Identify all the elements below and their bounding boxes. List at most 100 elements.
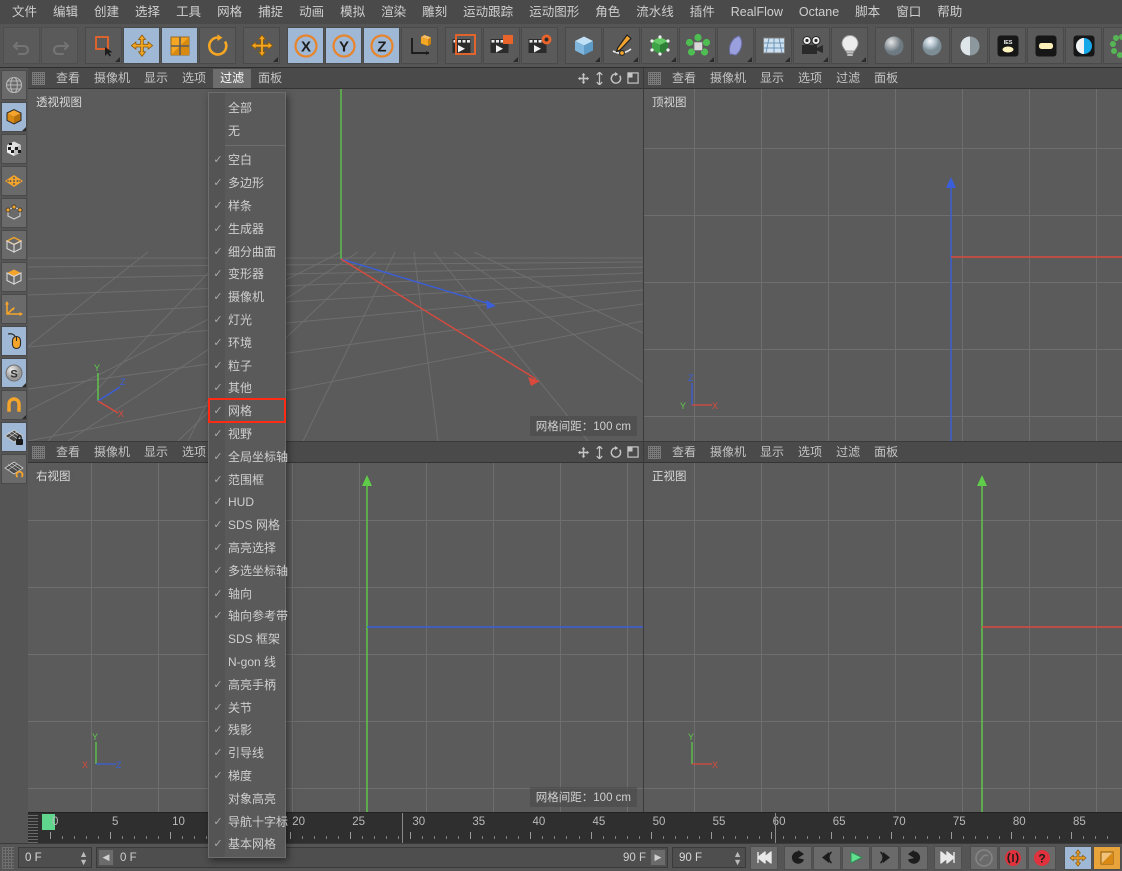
scrubber-left-handle[interactable]: ◀: [98, 849, 114, 866]
octane-hdri-button[interactable]: [1065, 27, 1102, 64]
sidebar-workplane-button[interactable]: [1, 454, 27, 484]
filter-menu-item-1[interactable]: ✓ 多边形: [209, 171, 285, 194]
time-scrubber[interactable]: ◀ 0 F 90 F ▶: [96, 847, 668, 868]
octane-light-button[interactable]: [1027, 27, 1064, 64]
filter-menu-item-26[interactable]: ✓ 引导线: [209, 741, 285, 764]
end-frame-field[interactable]: 90 F ▲ ▼: [672, 847, 746, 868]
play-button[interactable]: [842, 845, 870, 870]
menu-item-6[interactable]: 捕捉: [250, 1, 291, 23]
vp-menu-filter[interactable]: 过滤: [213, 68, 252, 88]
render-settings-button[interactable]: [521, 27, 558, 64]
vp-menu-display[interactable]: 显示: [753, 69, 791, 88]
menu-item-3[interactable]: 选择: [127, 1, 168, 23]
vp-menu-camera[interactable]: 摄像机: [703, 443, 753, 462]
pan-icon[interactable]: [577, 72, 590, 85]
vp-menu-view[interactable]: 查看: [665, 443, 703, 462]
sidebar-snap-button[interactable]: S: [1, 358, 27, 388]
filter-menu-item-25[interactable]: ✓ 残影: [209, 719, 285, 742]
vp-menu-panel[interactable]: 面板: [867, 69, 905, 88]
spline-pen-button[interactable]: [603, 27, 640, 64]
filter-menu-item-30[interactable]: ✓ 基本网格: [209, 833, 285, 856]
render-view-button[interactable]: [445, 27, 482, 64]
octane-ies-button[interactable]: IES: [989, 27, 1026, 64]
undo-button[interactable]: [3, 27, 40, 64]
sidebar-axis-button[interactable]: [1, 294, 27, 324]
vp-menu-view[interactable]: 查看: [665, 69, 703, 88]
maximize-view-icon[interactable]: [627, 72, 639, 84]
sidebar-mouse-button[interactable]: [1, 326, 27, 356]
sidebar-polygon-button[interactable]: [1, 262, 27, 292]
sidebar-texture-button[interactable]: [1, 134, 27, 164]
step-back-button[interactable]: [813, 845, 841, 870]
filter-menu-item-3[interactable]: ✓ 生成器: [209, 217, 285, 240]
sidebar-vertex-button[interactable]: [1, 198, 27, 228]
filter-menu-header-item-1[interactable]: 无: [209, 119, 285, 142]
keyframe-scale-button[interactable]: [1093, 845, 1121, 870]
filter-menu-item-22[interactable]: N-gon 线: [209, 650, 285, 673]
sidebar-points-button[interactable]: [1, 166, 27, 196]
menu-item-15[interactable]: 插件: [682, 1, 723, 23]
menu-item-2[interactable]: 创建: [86, 1, 127, 23]
menu-item-20[interactable]: 帮助: [929, 1, 970, 23]
viewport-right[interactable]: 查看 摄像机 显示 选项 过滤 面板: [28, 442, 643, 812]
vp-menu-camera[interactable]: 摄像机: [703, 69, 753, 88]
filter-menu-item-11[interactable]: ✓ 网格: [208, 398, 286, 424]
filter-menu-item-9[interactable]: ✓ 粒子: [209, 354, 285, 377]
keyframe-help-button[interactable]: ?: [1028, 845, 1056, 870]
vp-menu-view[interactable]: 查看: [49, 69, 87, 88]
record-disabled-button[interactable]: [970, 845, 998, 870]
sidebar-lock-grid-button[interactable]: [1, 422, 27, 452]
array-button[interactable]: [679, 27, 716, 64]
pan-icon[interactable]: [577, 446, 590, 459]
scrubber-right-handle[interactable]: ▶: [650, 849, 666, 866]
viewport-top-canvas[interactable]: Z X Y 顶视图: [644, 89, 1122, 441]
vp-menu-options[interactable]: 选项: [175, 69, 213, 88]
filter-menu-item-19[interactable]: ✓ 轴向: [209, 582, 285, 605]
redo-button[interactable]: [41, 27, 78, 64]
filter-menu-item-5[interactable]: ✓ 变形器: [209, 263, 285, 286]
spinner-icon[interactable]: ▲ ▼: [733, 849, 742, 866]
viewport-front[interactable]: 查看 摄像机 显示 选项 过滤 面板 Y X 正视图: [644, 442, 1122, 812]
menu-item-16[interactable]: RealFlow: [723, 1, 791, 23]
vp-menu-display[interactable]: 显示: [753, 443, 791, 462]
vp-menu-options[interactable]: 选项: [791, 69, 829, 88]
light-button[interactable]: [831, 27, 868, 64]
rotate-tool-button[interactable]: [199, 27, 236, 64]
move-tool-button[interactable]: [123, 27, 160, 64]
filter-menu-item-20[interactable]: ✓ 轴向参考带: [209, 605, 288, 628]
live-selection-button[interactable]: [85, 27, 122, 64]
vp-menu-display[interactable]: 显示: [137, 69, 175, 88]
filter-menu-item-10[interactable]: ✓ 其他: [209, 377, 285, 400]
octane-specular-button[interactable]: [951, 27, 988, 64]
scale-tool-button[interactable]: [161, 27, 198, 64]
viewport-perspective[interactable]: 查看 摄像机 显示 选项 过滤 面板 Y Z X 透视视图 网格间距：100 c…: [28, 68, 643, 441]
filter-menu-item-18[interactable]: ✓ 多选坐标轴: [209, 559, 288, 582]
menu-item-4[interactable]: 工具: [168, 1, 209, 23]
sidebar-magnet-button[interactable]: [1, 390, 27, 420]
filter-menu-header-item-0[interactable]: 全部: [209, 96, 285, 119]
rotate-view-icon[interactable]: [609, 71, 622, 85]
menu-item-19[interactable]: 窗口: [888, 1, 929, 23]
deformer-button[interactable]: [717, 27, 754, 64]
nurbs-button[interactable]: [641, 27, 678, 64]
rotate-view-icon[interactable]: [609, 445, 622, 459]
filter-menu-item-0[interactable]: ✓ 空白: [209, 149, 285, 172]
filter-menu-item-28[interactable]: 对象高亮: [209, 787, 285, 810]
filter-menu-item-16[interactable]: ✓ SDS 网格: [209, 513, 285, 536]
filter-menu-item-4[interactable]: ✓ 细分曲面: [209, 240, 285, 263]
axis-z-button[interactable]: Z: [363, 27, 400, 64]
sidebar-model-button[interactable]: [1, 102, 27, 132]
filter-menu-item-6[interactable]: ✓ 摄像机: [209, 285, 285, 308]
move-keyframe-button[interactable]: [1064, 845, 1092, 870]
move-axis-button[interactable]: [243, 27, 280, 64]
sidebar-edge-button[interactable]: [1, 230, 27, 260]
autokey-button[interactable]: [999, 845, 1027, 870]
filter-menu-item-27[interactable]: ✓ 梯度: [209, 764, 285, 787]
scene-button[interactable]: [755, 27, 792, 64]
render-region-button[interactable]: [483, 27, 520, 64]
sidebar-globe-button[interactable]: [1, 70, 27, 100]
filter-menu-item-29[interactable]: ✓ 导航十字标: [209, 810, 288, 833]
menu-item-5[interactable]: 网格: [209, 1, 250, 23]
timeline-ruler[interactable]: 0510152025303540455055606570758085: [28, 812, 1122, 843]
filter-menu-item-17[interactable]: ✓ 高亮选择: [209, 536, 285, 559]
